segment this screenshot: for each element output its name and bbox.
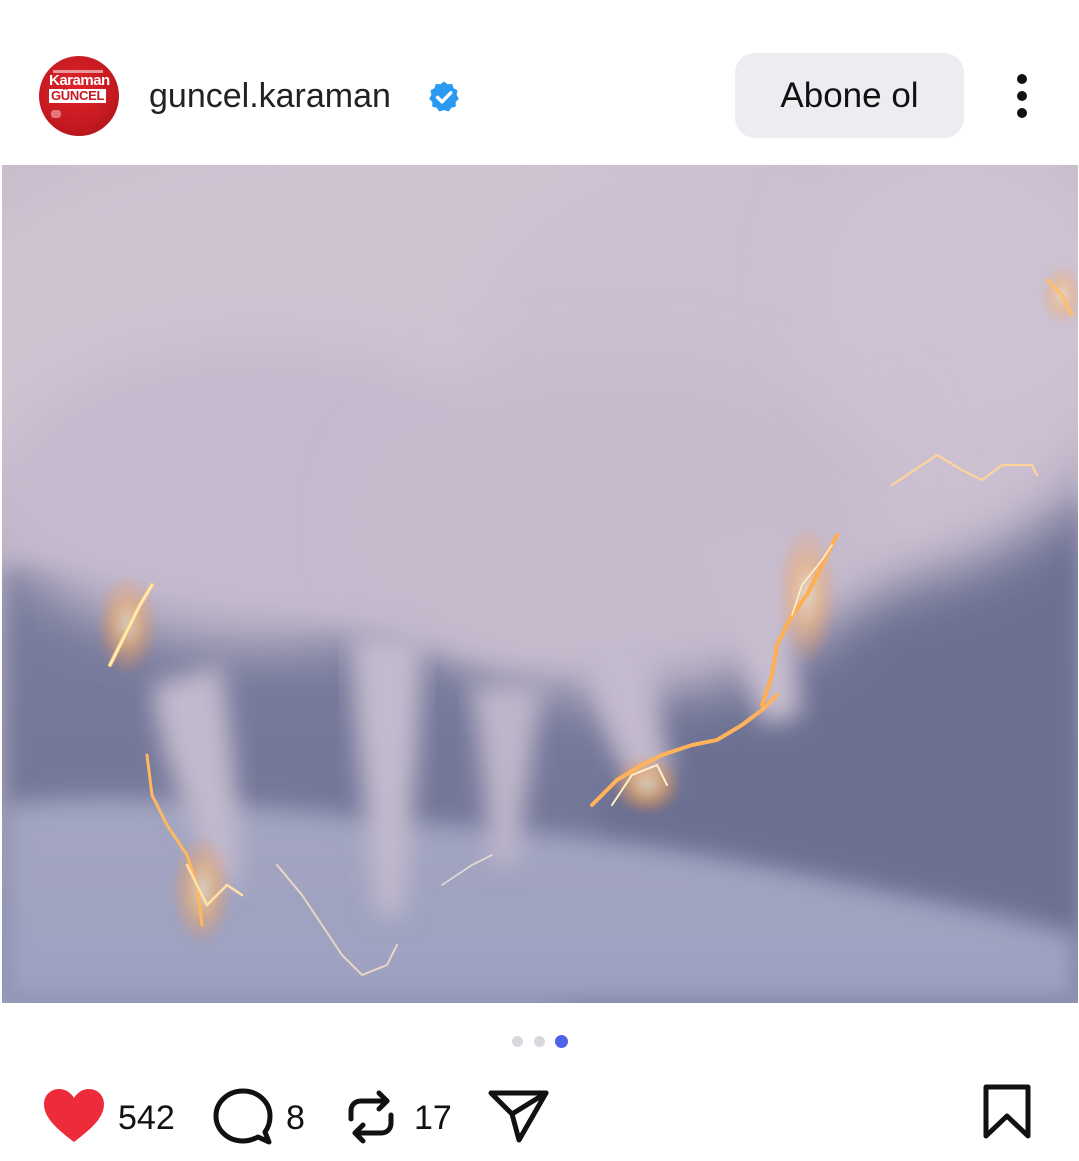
comment-button[interactable]: [213, 1087, 275, 1145]
post-header: Karaman GÜNCEL guncel.karaman Abone ol: [0, 0, 1079, 165]
comment-bubble-icon: [213, 1088, 273, 1145]
verified-badge-icon: [429, 81, 459, 112]
share-button[interactable]: [488, 1088, 550, 1144]
avatar-mascot: [51, 110, 61, 118]
like-button[interactable]: [43, 1088, 105, 1144]
send-icon: [488, 1090, 549, 1143]
vertical-ellipsis-icon[interactable]: [1004, 72, 1040, 120]
pagination-dot[interactable]: [534, 1036, 545, 1047]
comment-count: 8: [286, 1099, 305, 1137]
repost-count: 17: [414, 1099, 452, 1137]
wildfire-photo: [2, 165, 1078, 1003]
avatar-brand-top: Karaman: [49, 72, 110, 89]
save-button[interactable]: [982, 1084, 1032, 1140]
subscribe-button[interactable]: Abone ol: [735, 53, 964, 138]
username[interactable]: guncel.karaman: [149, 76, 391, 116]
avatar[interactable]: Karaman GÜNCEL: [39, 56, 119, 136]
like-count: 542: [118, 1099, 175, 1137]
heart-icon: [44, 1089, 104, 1142]
pagination-dot[interactable]: [512, 1036, 523, 1047]
post-media-image[interactable]: [2, 165, 1078, 1003]
pagination-dot-active[interactable]: [555, 1035, 568, 1048]
avatar-brand-bottom: GÜNCEL: [49, 88, 107, 103]
bookmark-icon: [983, 1084, 1031, 1139]
repost-button[interactable]: [343, 1089, 399, 1145]
repost-icon: [348, 1090, 394, 1144]
